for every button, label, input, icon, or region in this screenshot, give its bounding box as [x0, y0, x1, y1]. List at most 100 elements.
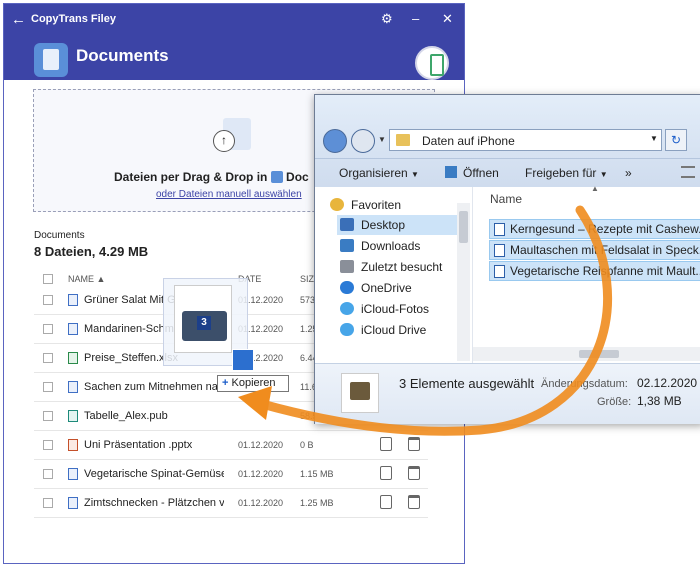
trash-icon[interactable]: [408, 437, 420, 451]
table-row[interactable]: Vegetarische Spinat-Gemüse... 01.12.2020…: [34, 460, 428, 489]
sort-indicator-icon: ▲: [591, 184, 599, 193]
app-header: ← CopyTrans Filey ⚙ – ✕ Documents: [4, 4, 464, 80]
modified-label: Änderungsdatum:: [541, 378, 628, 390]
icloud-photos-icon: [340, 302, 354, 315]
trash-icon[interactable]: [408, 495, 420, 509]
document-file-icon: [68, 323, 78, 335]
row-checkbox[interactable]: [43, 382, 53, 392]
row-checkbox[interactable]: [43, 498, 53, 508]
address-bar[interactable]: Daten auf iPhone ▼: [389, 129, 662, 151]
app-title: CopyTrans Filey: [31, 13, 116, 25]
folder-icon: [396, 134, 410, 146]
organize-menu[interactable]: Organisieren ▼: [339, 166, 419, 180]
file-name: Vegetarische Spinat-Gemüse...: [84, 468, 224, 480]
drag-count-badge: 3: [197, 316, 211, 330]
document-file-icon: [68, 468, 78, 480]
back-button[interactable]: [323, 129, 347, 153]
file-count: 8 Dateien, 4.29 MB: [34, 244, 149, 259]
select-all-checkbox[interactable]: [43, 274, 53, 284]
desktop-icon: [340, 218, 354, 231]
file-date: 01.12.2020: [238, 498, 284, 508]
documents-icon: [34, 43, 68, 77]
nav-item-recent[interactable]: Zuletzt besucht: [337, 257, 442, 277]
chevron-down-icon: ▼: [599, 170, 608, 179]
onedrive-cloud-icon: [340, 281, 354, 294]
file-name: Uni Präsentation .pptx: [84, 439, 193, 451]
save-icon[interactable]: [380, 466, 392, 480]
row-checkbox[interactable]: [43, 324, 53, 334]
save-icon[interactable]: [380, 495, 392, 509]
forward-button[interactable]: [351, 129, 375, 153]
manual-select-link[interactable]: oder Dateien manuell auswählen: [156, 189, 302, 200]
view-options-icon[interactable]: [681, 166, 695, 178]
row-checkbox[interactable]: [43, 411, 53, 421]
close-icon[interactable]: ✕: [442, 11, 453, 27]
nav-item-icloud-drive[interactable]: iCloud Drive: [337, 320, 426, 340]
page-title: Documents: [76, 46, 169, 65]
drag-preview: 3: [163, 278, 254, 371]
file-size: 0 B: [300, 440, 314, 450]
file-name: Zimtschnecken - Plätzchen v...: [84, 497, 224, 509]
icloud-drive-icon: [340, 323, 354, 336]
upload-document-icon: [213, 118, 251, 152]
save-icon[interactable]: [380, 437, 392, 451]
share-menu[interactable]: Freigeben für ▼: [525, 166, 608, 180]
file-item[interactable]: Vegetarische Reispfanne mit Mault...: [489, 261, 700, 281]
nav-item-downloads[interactable]: Downloads: [337, 236, 420, 256]
publisher-file-icon: [68, 410, 78, 422]
refresh-icon[interactable]: ↻: [665, 129, 687, 151]
documents-small-icon: [270, 171, 283, 183]
document-file-icon: [68, 497, 78, 509]
file-item[interactable]: Maultaschen mit Feldsalat in Speck...: [489, 240, 700, 260]
document-file-icon: [68, 381, 78, 393]
table-row[interactable]: Zimtschnecken - Plätzchen v... 01.12.202…: [34, 489, 428, 518]
file-list-scrollbar[interactable]: [473, 347, 700, 361]
back-arrow-icon[interactable]: ←: [11, 11, 26, 28]
row-checkbox[interactable]: [43, 353, 53, 363]
modified-value: 02.12.2020 15: [637, 376, 700, 390]
star-icon: [330, 198, 344, 211]
selection-count: 3 Elemente ausgewählt: [399, 376, 535, 391]
pdf-file-icon: [494, 265, 505, 278]
details-pane: 3 Elemente ausgewählt Änderungsdatum: 02…: [315, 363, 700, 424]
address-dropdown-icon[interactable]: ▼: [650, 134, 658, 143]
nav-item-onedrive[interactable]: OneDrive: [337, 278, 412, 298]
more-button[interactable]: »: [625, 166, 632, 180]
section-label: Documents: [34, 230, 85, 241]
explorer-header: ▼ Daten auf iPhone ▼ ↻ Organisieren ▼ Öf…: [315, 95, 700, 187]
row-checkbox[interactable]: [43, 469, 53, 479]
navigation-pane: Favoriten Desktop Downloads Zuletzt besu…: [315, 187, 473, 365]
copy-drop-tooltip: + Kopieren: [217, 375, 289, 392]
nav-item-favoriten[interactable]: Favoriten: [327, 195, 401, 215]
nav-item-desktop[interactable]: Desktop: [337, 215, 457, 235]
scrollbar-thumb[interactable]: [579, 350, 619, 358]
downloads-icon: [340, 239, 354, 252]
row-checkbox[interactable]: [43, 295, 53, 305]
minimize-icon[interactable]: –: [412, 11, 419, 26]
file-item[interactable]: Kerngesund – Rezepte mit Cashew...: [489, 219, 700, 239]
address-text: Daten auf iPhone: [422, 134, 515, 148]
trash-icon[interactable]: [408, 466, 420, 480]
size-label: Größe:: [597, 396, 632, 408]
plus-icon: +: [222, 377, 229, 389]
gear-icon[interactable]: ⚙: [381, 11, 393, 27]
column-name-header[interactable]: NAME ▲: [68, 274, 105, 284]
scrollbar-thumb[interactable]: [459, 211, 468, 243]
chevron-down-icon: ▼: [411, 170, 419, 179]
file-date: 01.12.2020: [238, 440, 284, 450]
file-name: Tabelle_Alex.pub: [84, 410, 168, 422]
file-size: 1.15 MB: [300, 469, 334, 479]
nav-scrollbar[interactable]: [457, 203, 470, 361]
explorer-toolbar: Organisieren ▼ Öffnen Freigeben für ▼ »: [315, 158, 700, 187]
column-name-header[interactable]: Name: [490, 192, 522, 206]
document-file-icon: [68, 294, 78, 306]
row-checkbox[interactable]: [43, 440, 53, 450]
pdf-file-icon: [494, 244, 505, 257]
device-wifi-icon[interactable]: [415, 46, 449, 80]
nav-item-icloud-photos[interactable]: iCloud-Fotos: [337, 299, 429, 319]
table-row[interactable]: Uni Präsentation .pptx 01.12.2020 0 B: [34, 431, 428, 460]
file-name: Sachen zum Mitnehmen nac...: [84, 381, 224, 393]
selection-thumbnail: [341, 373, 379, 413]
history-dropdown-icon[interactable]: ▼: [378, 135, 386, 144]
open-button[interactable]: Öffnen: [463, 166, 499, 180]
